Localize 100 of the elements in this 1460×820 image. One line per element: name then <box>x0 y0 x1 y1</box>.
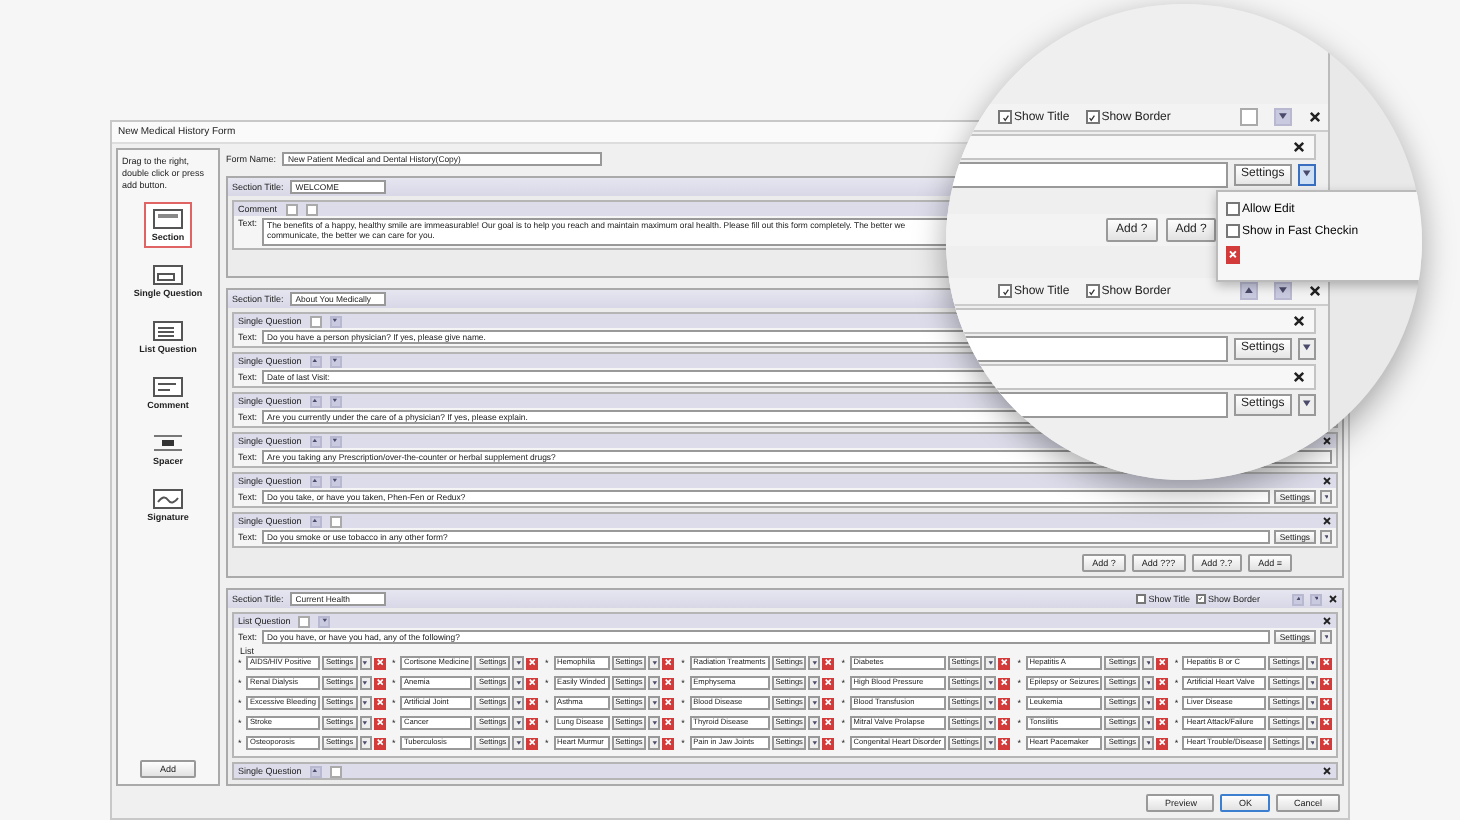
close-icon[interactable] <box>1328 594 1338 604</box>
close-icon[interactable] <box>1322 766 1332 776</box>
delete-button[interactable] <box>662 677 675 689</box>
dropdown-arrow-button[interactable] <box>1320 630 1332 644</box>
close-icon[interactable] <box>1292 314 1306 328</box>
delete-button[interactable] <box>822 697 835 709</box>
move-down-button[interactable] <box>329 475 342 487</box>
dropdown-arrow-button[interactable] <box>648 676 661 690</box>
move-down-button[interactable] <box>1274 108 1292 126</box>
move-down-button[interactable] <box>318 615 331 627</box>
dropdown-arrow-button[interactable] <box>1142 716 1155 730</box>
delete-button[interactable] <box>1156 717 1169 729</box>
close-icon[interactable] <box>1322 516 1332 526</box>
delete-button[interactable] <box>998 657 1011 669</box>
delete-button[interactable] <box>662 697 675 709</box>
delete-button[interactable] <box>662 737 675 749</box>
dropdown-arrow-button[interactable] <box>1305 716 1318 730</box>
move-up-button[interactable] <box>309 765 322 777</box>
dropdown-arrow-button[interactable] <box>648 736 661 750</box>
delete-button[interactable] <box>1226 246 1240 264</box>
dropdown-arrow-button[interactable] <box>1320 490 1332 504</box>
dropdown-arrow-button[interactable] <box>984 676 997 690</box>
dropdown-arrow-button[interactable] <box>808 656 821 670</box>
dropdown-arrow-button[interactable] <box>359 656 372 670</box>
dropdown-arrow-button[interactable] <box>984 696 997 710</box>
delete-button[interactable] <box>373 657 386 669</box>
dropdown-arrow-button[interactable] <box>512 716 525 730</box>
delete-button[interactable] <box>998 737 1011 749</box>
delete-button[interactable] <box>1319 737 1332 749</box>
close-icon[interactable] <box>1308 284 1322 298</box>
move-up-button[interactable] <box>309 435 322 447</box>
dropdown-arrow-button[interactable] <box>1142 656 1155 670</box>
dropdown-arrow-button[interactable] <box>512 696 525 710</box>
dropdown-arrow-button[interactable] <box>984 736 997 750</box>
close-icon[interactable] <box>1292 370 1306 384</box>
dropdown-arrow-button[interactable] <box>808 696 821 710</box>
dropdown-arrow-button[interactable] <box>648 696 661 710</box>
delete-button[interactable] <box>662 657 675 669</box>
delete-button[interactable] <box>822 737 835 749</box>
move-up-button[interactable] <box>1292 593 1304 605</box>
dropdown-arrow-button[interactable] <box>1305 676 1318 690</box>
delete-button[interactable] <box>822 657 835 669</box>
close-icon[interactable] <box>1322 476 1332 486</box>
move-up-button[interactable] <box>309 355 322 367</box>
delete-button[interactable] <box>998 697 1011 709</box>
delete-button[interactable] <box>526 677 539 689</box>
delete-button[interactable] <box>373 677 386 689</box>
dropdown-arrow-button[interactable] <box>648 716 661 730</box>
dropdown-arrow-button[interactable] <box>1142 676 1155 690</box>
delete-button[interactable] <box>526 717 539 729</box>
dropdown-arrow-button[interactable] <box>1142 736 1155 750</box>
dropdown-arrow-button[interactable] <box>984 656 997 670</box>
dropdown-arrow-button[interactable] <box>648 656 661 670</box>
delete-button[interactable] <box>1319 657 1332 669</box>
close-icon[interactable] <box>1308 110 1322 124</box>
move-down-button[interactable] <box>329 395 342 407</box>
dropdown-arrow-button[interactable] <box>1305 736 1318 750</box>
move-down-button[interactable] <box>329 315 342 327</box>
dropdown-arrow-button[interactable] <box>359 676 372 690</box>
move-up-button[interactable] <box>309 395 322 407</box>
dropdown-arrow-button[interactable] <box>1298 393 1316 415</box>
close-icon[interactable] <box>1322 436 1332 446</box>
dropdown-arrow-button[interactable] <box>512 736 525 750</box>
delete-button[interactable] <box>1156 657 1169 669</box>
delete-button[interactable] <box>526 657 539 669</box>
dropdown-arrow-button[interactable] <box>512 656 525 670</box>
close-icon[interactable] <box>1292 140 1306 154</box>
move-up-button[interactable] <box>309 475 322 487</box>
dropdown-arrow-button[interactable] <box>1305 656 1318 670</box>
dropdown-arrow-button[interactable] <box>984 716 997 730</box>
dropdown-arrow-button[interactable] <box>808 676 821 690</box>
move-up-button[interactable] <box>1240 282 1258 300</box>
delete-button[interactable] <box>373 697 386 709</box>
delete-button[interactable] <box>662 717 675 729</box>
delete-button[interactable] <box>998 677 1011 689</box>
delete-button[interactable] <box>1156 677 1169 689</box>
delete-button[interactable] <box>1319 697 1332 709</box>
dropdown-arrow-button[interactable] <box>359 736 372 750</box>
dropdown-arrow-button[interactable] <box>1298 163 1316 185</box>
delete-button[interactable] <box>822 717 835 729</box>
dropdown-arrow-button[interactable] <box>1320 530 1332 544</box>
dropdown-arrow-button[interactable] <box>1305 696 1318 710</box>
delete-button[interactable] <box>822 677 835 689</box>
dropdown-arrow-button[interactable] <box>359 716 372 730</box>
delete-button[interactable] <box>373 717 386 729</box>
dropdown-arrow-button[interactable] <box>1142 696 1155 710</box>
delete-button[interactable] <box>526 697 539 709</box>
move-up-button[interactable] <box>309 515 322 527</box>
dropdown-arrow-button[interactable] <box>359 696 372 710</box>
dropdown-arrow-button[interactable] <box>1298 337 1316 359</box>
close-icon[interactable] <box>1322 616 1332 626</box>
delete-button[interactable] <box>1156 697 1169 709</box>
delete-button[interactable] <box>1156 737 1169 749</box>
delete-button[interactable] <box>1319 717 1332 729</box>
delete-button[interactable] <box>373 737 386 749</box>
dropdown-arrow-button[interactable] <box>808 716 821 730</box>
delete-button[interactable] <box>1319 677 1332 689</box>
delete-button[interactable] <box>998 717 1011 729</box>
move-down-button[interactable] <box>1274 282 1292 300</box>
move-down-button[interactable] <box>329 355 342 367</box>
